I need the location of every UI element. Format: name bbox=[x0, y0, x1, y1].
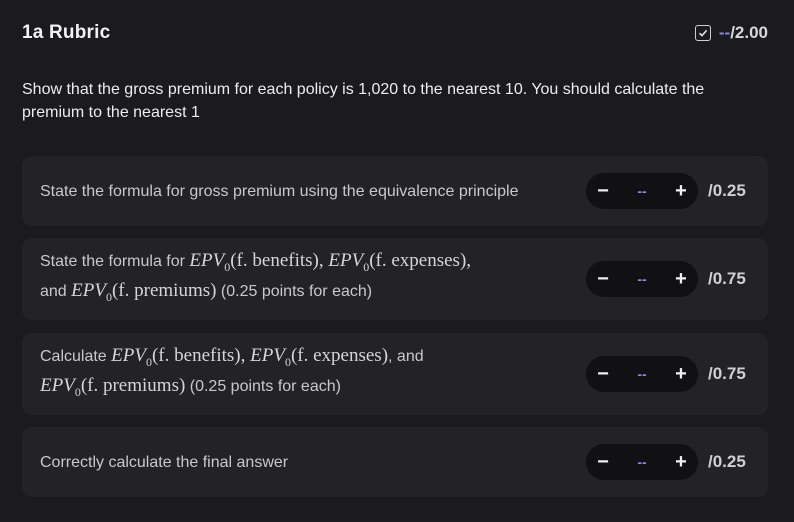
criterion-max: /0.25 bbox=[708, 181, 746, 200]
criterion-max: /0.25 bbox=[708, 452, 746, 471]
stepper-value[interactable]: -- bbox=[637, 366, 646, 382]
criterion-row: Correctly calculate the final answer − -… bbox=[22, 427, 768, 497]
criterion-row: State the formula for EPV0(f. benefits),… bbox=[22, 238, 768, 320]
criterion-max: /0.75 bbox=[708, 269, 746, 288]
checkbox-icon[interactable] bbox=[694, 25, 711, 41]
rubric-panel: 1a Rubric --/2.00 Show that the gross pr… bbox=[0, 0, 794, 522]
math-expression: EPV0(f. premiums) bbox=[71, 280, 217, 304]
question-text: Show that the gross premium for each pol… bbox=[22, 81, 705, 121]
math-expression: EPV0(f. benefits), EPV0(f. expenses), bbox=[189, 250, 472, 274]
increment-button[interactable]: + bbox=[674, 269, 688, 289]
criterion-text: Correctly calculate the final answer bbox=[40, 453, 289, 471]
total-score-max: /2.00 bbox=[730, 23, 768, 42]
decrement-button[interactable]: − bbox=[596, 269, 610, 289]
score-stepper: − -- + bbox=[586, 356, 698, 392]
decrement-button[interactable]: − bbox=[596, 181, 610, 201]
increment-button[interactable]: + bbox=[674, 364, 688, 384]
stepper-value[interactable]: -- bbox=[637, 454, 646, 470]
criterion-row: Calculate EPV0(f. benefits), EPV0(f. exp… bbox=[22, 333, 768, 415]
criterion-max: /0.75 bbox=[708, 364, 746, 383]
total-score-value: -- bbox=[718, 23, 731, 42]
math-expression: EPV0(f. benefits), EPV0(f. expenses) bbox=[111, 345, 389, 369]
criterion-row: State the formula for gross premium usin… bbox=[22, 156, 768, 226]
rubric-title: 1a Rubric bbox=[22, 22, 111, 43]
stepper-value[interactable]: -- bbox=[637, 183, 646, 199]
criterion-text: State the formula for EPV0(f. benefits),… bbox=[40, 250, 472, 304]
stepper-value[interactable]: -- bbox=[637, 271, 646, 287]
rubric-header: 1a Rubric --/2.00 bbox=[22, 20, 768, 46]
score-stepper: − -- + bbox=[586, 444, 698, 480]
criterion-text: State the formula for gross premium usin… bbox=[40, 182, 519, 200]
decrement-button[interactable]: − bbox=[596, 364, 610, 384]
criterion-text: Calculate EPV0(f. benefits), EPV0(f. exp… bbox=[40, 345, 424, 399]
decrement-button[interactable]: − bbox=[596, 452, 610, 472]
math-expression: EPV0(f. premiums) bbox=[40, 375, 186, 399]
increment-button[interactable]: + bbox=[674, 452, 688, 472]
score-stepper: − -- + bbox=[586, 261, 698, 297]
score-stepper: − -- + bbox=[586, 173, 698, 209]
increment-button[interactable]: + bbox=[674, 181, 688, 201]
total-score: --/2.00 bbox=[694, 23, 768, 43]
